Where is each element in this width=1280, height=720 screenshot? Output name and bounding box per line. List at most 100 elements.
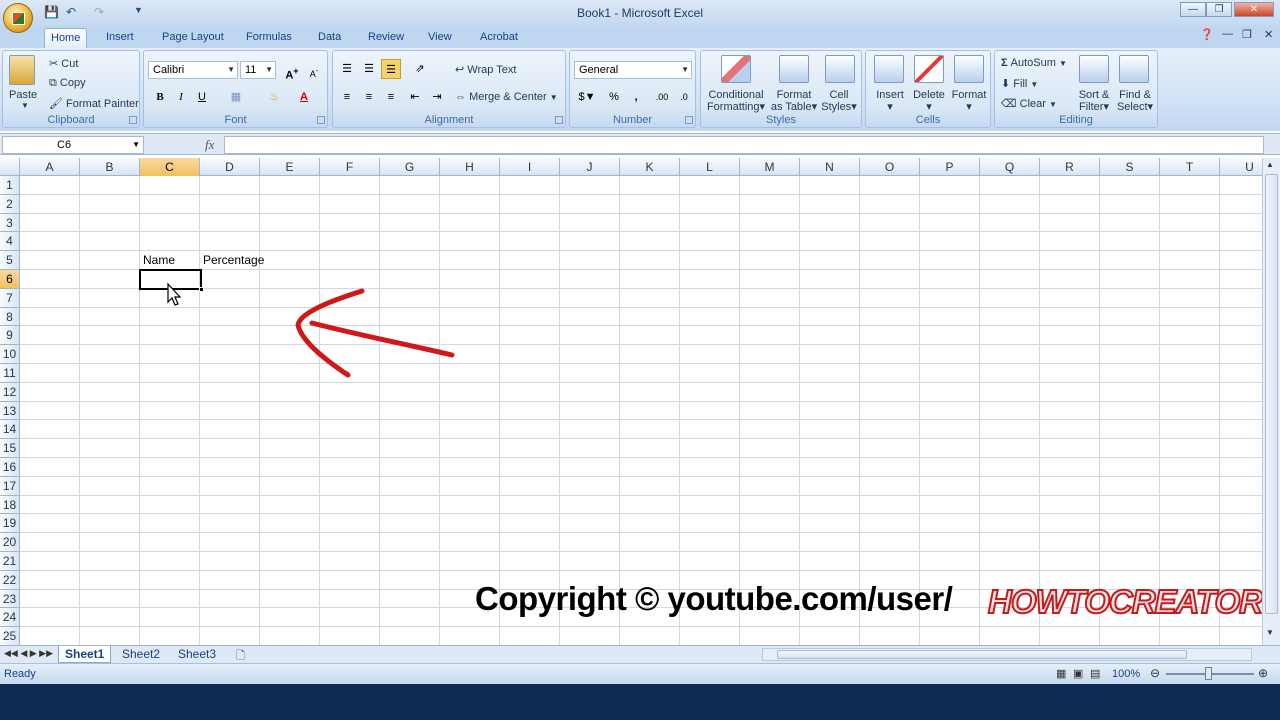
restore-button[interactable]: ❐ [1206,2,1232,17]
conditional-formatting-icon[interactable] [721,55,751,83]
select-all-corner[interactable] [0,158,20,176]
column-header-u[interactable]: U [1220,158,1262,176]
sheet-tab-1[interactable]: Sheet1 [58,646,112,663]
insert-cells-icon[interactable] [874,55,904,83]
row-header-22[interactable]: 22 [0,570,20,590]
format-cells-icon[interactable] [954,55,984,83]
shrink-font-button[interactable]: A- [304,61,324,81]
row-header-17[interactable]: 17 [0,476,20,496]
percent-icon[interactable]: % [604,87,624,107]
formula-input[interactable] [224,136,1264,154]
help-icon[interactable]: ❓ [1200,28,1214,41]
page-layout-view-icon[interactable]: ▣ [1073,667,1083,680]
format-as-table-icon[interactable] [779,55,809,83]
italic-button[interactable]: I [171,87,191,107]
row-header-16[interactable]: 16 [0,458,20,477]
fill-button[interactable]: ⬇ Fill ▼ [1001,77,1038,90]
increase-decimal-icon[interactable]: .00 [652,87,672,107]
workbook-restore-icon[interactable]: ❐ [1242,28,1252,41]
row-header-10[interactable]: 10 [0,345,20,364]
currency-icon[interactable]: $▼ [574,87,600,107]
bold-button[interactable]: B [150,87,170,107]
tab-home[interactable]: Home [44,28,88,48]
name-box[interactable]: C6 ▼ [2,136,144,154]
cell-d5[interactable]: Percentage [203,253,264,267]
workbook-close-icon[interactable]: ✕ [1264,28,1273,41]
column-header-e[interactable]: E [260,158,320,176]
tab-insert[interactable]: Insert [100,28,140,48]
row-header-20[interactable]: 20 [0,533,20,552]
format-cells-button[interactable]: Format ▾ [950,89,988,113]
column-header-q[interactable]: Q [980,158,1040,176]
row-header-5[interactable]: 5 [0,251,20,270]
column-header-p[interactable]: P [920,158,980,176]
scroll-down-icon[interactable]: ▼ [1266,628,1274,637]
column-header-l[interactable]: L [680,158,740,176]
number-format-combo[interactable]: General ▼ [574,61,692,79]
tab-view[interactable]: View [422,28,458,48]
number-launcher-icon[interactable] [685,116,693,124]
paste-dropdown-icon[interactable]: ▼ [21,101,29,110]
conditional-formatting-button[interactable]: Conditional Formatting▾ [705,89,767,113]
row-header-14[interactable]: 14 [0,420,20,440]
column-header-b[interactable]: B [80,158,140,176]
column-header-a[interactable]: A [20,158,80,176]
column-header-o[interactable]: O [860,158,920,176]
column-header-j[interactable]: J [560,158,620,176]
row-header-12[interactable]: 12 [0,382,20,402]
column-header-f[interactable]: F [320,158,380,176]
column-header-n[interactable]: N [800,158,860,176]
underline-button[interactable]: U [192,87,212,107]
wrap-text-button[interactable]: ↩ Wrap Text [455,63,516,76]
delete-cells-icon[interactable] [914,55,944,83]
sort-filter-button[interactable]: Sort & Filter▾ [1075,89,1113,113]
font-launcher-icon[interactable] [317,116,325,124]
tab-acrobat[interactable]: Acrobat [474,28,524,48]
horizontal-scrollbar[interactable] [762,648,1252,661]
row-header-21[interactable]: 21 [0,552,20,571]
borders-icon[interactable]: ▦ [226,87,246,107]
paste-icon[interactable] [9,55,35,85]
row-header-7[interactable]: 7 [0,288,20,308]
row-header-24[interactable]: 24 [0,608,20,628]
column-header-g[interactable]: G [380,158,440,176]
cell-styles-button[interactable]: Cell Styles▾ [819,89,859,113]
column-header-h[interactable]: H [440,158,500,176]
insert-function-icon[interactable]: fx [205,137,214,153]
comma-icon[interactable]: , [626,87,646,107]
row-header-1[interactable]: 1 [0,176,20,195]
cut-button[interactable]: ✂ Cut [49,57,78,70]
row-header-23[interactable]: 23 [0,589,20,609]
workbook-minimize-icon[interactable]: — [1222,28,1233,40]
row-header-18[interactable]: 18 [0,495,20,515]
delete-cells-button[interactable]: Delete ▾ [910,89,948,113]
align-left-icon[interactable]: ≡ [337,87,357,107]
zoom-slider-thumb[interactable] [1205,667,1212,680]
format-as-table-button[interactable]: Format as Table▾ [769,89,819,113]
grow-font-button[interactable]: A+ [282,61,302,82]
insert-cells-button[interactable]: Insert ▾ [872,89,908,113]
binoculars-icon[interactable] [1119,55,1149,83]
h-scroll-thumb[interactable] [777,650,1187,659]
decrease-indent-icon[interactable]: ⇤ [405,87,425,107]
find-select-button[interactable]: Find & Select▾ [1115,89,1155,113]
row-header-15[interactable]: 15 [0,439,20,458]
tab-data[interactable]: Data [312,28,347,48]
align-center-icon[interactable]: ≡ [359,87,379,107]
row-header-13[interactable]: 13 [0,401,20,421]
page-break-view-icon[interactable]: ▤ [1090,667,1100,680]
column-header-t[interactable]: T [1160,158,1220,176]
row-header-11[interactable]: 11 [0,364,20,383]
column-header-d[interactable]: D [200,158,260,176]
cell-c5[interactable]: Name [143,253,175,267]
column-header-s[interactable]: S [1100,158,1160,176]
minimize-button[interactable]: — [1180,2,1206,17]
column-header-i[interactable]: I [500,158,560,176]
decrease-decimal-icon[interactable]: .0 [674,87,694,107]
scroll-thumb[interactable] [1265,174,1278,614]
row-header-25[interactable]: 25 [0,627,20,645]
tab-review[interactable]: Review [362,28,410,48]
sheet-tab-2[interactable]: Sheet2 [116,646,166,663]
sort-filter-icon[interactable] [1079,55,1109,83]
scroll-up-icon[interactable]: ▲ [1266,160,1274,169]
